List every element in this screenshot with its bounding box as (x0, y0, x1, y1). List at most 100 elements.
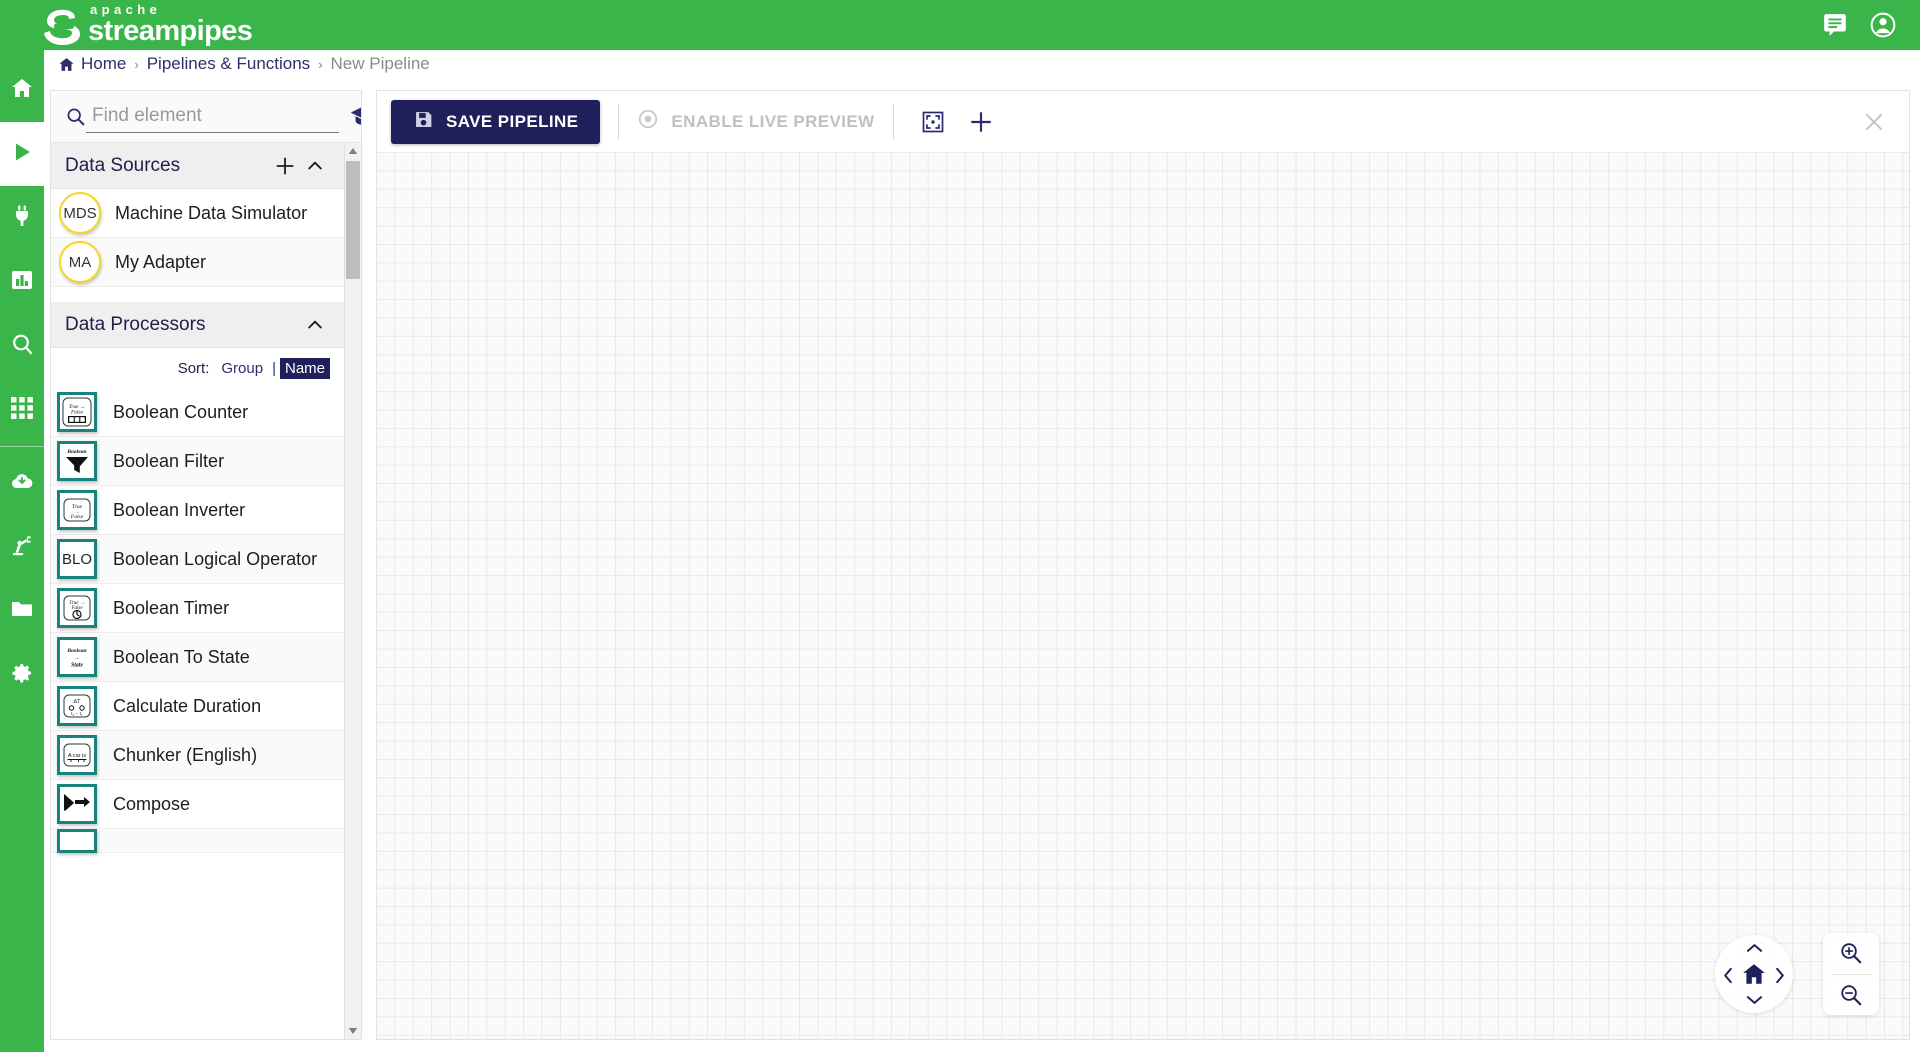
sidebar-item-files[interactable] (0, 579, 44, 643)
svg-text:False: False (70, 410, 84, 416)
close-icon[interactable] (1853, 101, 1895, 143)
data-processors-header[interactable]: Data Processors (51, 302, 344, 348)
zoom-out-icon[interactable] (1823, 975, 1879, 1016)
search-icon (65, 106, 86, 127)
processor-label: Boolean Filter (113, 451, 224, 472)
breadcrumb-item-home[interactable]: Home (81, 54, 126, 74)
breadcrumb-current: New Pipeline (331, 54, 430, 74)
sidebar-item-assets[interactable] (0, 515, 44, 579)
element-picker-panel: Data Sources MDS Machine Data Simulator … (50, 90, 362, 1040)
search-row (51, 91, 361, 143)
list-item[interactable]: Boolean → State Boolean To State (51, 633, 344, 682)
plug-icon (10, 204, 34, 233)
panel-content: Data Sources MDS Machine Data Simulator … (51, 143, 344, 1039)
collapse-data-processors-button[interactable] (300, 310, 330, 340)
sort-option-name[interactable]: Name (280, 358, 330, 379)
collapse-data-sources-button[interactable] (300, 151, 330, 181)
processor-label: Boolean Inverter (113, 500, 245, 521)
sort-option-group[interactable]: Group (216, 358, 268, 379)
enable-live-preview-button[interactable]: ENABLE LIVE PREVIEW (637, 108, 874, 135)
pipeline-toolbar: SAVE PIPELINE ENABLE LIVE PREVIEW (377, 91, 1909, 153)
rail-divider (0, 446, 44, 447)
sidebar-item-home[interactable] (0, 58, 44, 122)
home-icon[interactable] (1740, 960, 1768, 988)
boolean-filter-icon: Boolean (57, 441, 97, 481)
processor-label: Calculate Duration (113, 696, 261, 717)
list-item[interactable]: True → False Boolean Timer (51, 584, 344, 633)
list-item[interactable]: ΔT t₂ − t₁ Calculate Duration (51, 682, 344, 731)
sidebar-item-dashboard[interactable] (0, 250, 44, 314)
sort-divider: | (272, 360, 276, 377)
zoom-control (1823, 933, 1879, 1015)
panel-scrollbar[interactable] (344, 143, 361, 1039)
svg-text:ΔT: ΔT (74, 699, 82, 705)
zoom-in-icon[interactable] (1823, 933, 1879, 974)
fit-to-screen-button[interactable] (912, 101, 954, 143)
add-data-source-button[interactable] (270, 151, 300, 181)
cloud-download-icon (10, 469, 34, 498)
app-header: apache streampipes (0, 0, 1920, 50)
boolean-to-state-icon: Boolean → State (57, 637, 97, 677)
chevron-up-icon[interactable] (1742, 937, 1766, 959)
pipeline-editor: SAVE PIPELINE ENABLE LIVE PREVIEW (376, 90, 1910, 1040)
enable-live-preview-label: ENABLE LIVE PREVIEW (671, 112, 874, 132)
list-item[interactable]: Boolean Boolean Filter (51, 437, 344, 486)
toolbar-divider (893, 104, 894, 140)
chevron-right-icon[interactable] (1769, 963, 1791, 987)
list-item[interactable]: A car is Chunker (English) (51, 731, 344, 780)
compose-icon (57, 784, 97, 824)
data-processors-title: Data Processors (65, 314, 300, 336)
list-item[interactable]: True → False Boolean Inverter (51, 486, 344, 535)
home-icon (58, 56, 75, 73)
graduation-cap-icon[interactable] (349, 103, 362, 131)
chunker-english-icon: A car is (57, 735, 97, 775)
svg-text:Boolean: Boolean (66, 449, 86, 455)
pipeline-canvas[interactable] (377, 153, 1909, 1039)
search-input[interactable] (86, 101, 339, 133)
processor-label: Chunker (English) (113, 745, 257, 766)
svg-text:Boolean: Boolean (66, 648, 86, 654)
data-sources-header[interactable]: Data Sources (51, 143, 344, 189)
list-item[interactable]: Compose (51, 780, 344, 829)
folder-icon (10, 597, 34, 626)
svg-text:False: False (70, 514, 84, 520)
messages-icon[interactable] (1822, 12, 1848, 38)
data-sources-title: Data Sources (65, 155, 270, 177)
breadcrumb-separator: › (318, 57, 322, 72)
sidebar-item-data-explorer[interactable] (0, 314, 44, 378)
breadcrumb-item-pipelines[interactable]: Pipelines & Functions (147, 54, 310, 74)
gear-icon (10, 661, 34, 690)
sort-row: Sort: Group | Name (51, 348, 344, 388)
svg-text:A car is: A car is (68, 753, 87, 759)
processor-label: Boolean Counter (113, 402, 248, 423)
boolean-inverter-icon: True → False (57, 490, 97, 530)
chevron-down-icon[interactable] (1742, 989, 1766, 1011)
data-source-label: Machine Data Simulator (115, 203, 307, 224)
grid-icon (11, 397, 33, 424)
scroll-down-arrow-icon[interactable] (345, 1023, 361, 1039)
list-item[interactable]: True → False Boolean Counter (51, 388, 344, 437)
sidebar-item-settings[interactable] (0, 643, 44, 707)
list-item[interactable]: MDS Machine Data Simulator (51, 189, 344, 238)
robot-arm-icon (10, 533, 34, 562)
sidebar-item-apps[interactable] (0, 378, 44, 442)
sidebar-item-connect[interactable] (0, 186, 44, 250)
sidebar-item-install[interactable] (0, 451, 44, 515)
app-logo[interactable]: apache streampipes (42, 0, 252, 50)
eye-icon (637, 108, 659, 135)
account-icon[interactable] (1870, 12, 1896, 38)
scroll-up-arrow-icon[interactable] (345, 143, 361, 159)
scrollbar-thumb[interactable] (346, 161, 360, 279)
list-item[interactable] (51, 829, 344, 853)
list-item[interactable]: BLO Boolean Logical Operator (51, 535, 344, 584)
chevron-left-icon[interactable] (1717, 963, 1739, 987)
breadcrumb-separator: › (134, 57, 138, 72)
avatar: MA (59, 241, 101, 283)
processor-label: Boolean Timer (113, 598, 229, 619)
list-item[interactable]: MA My Adapter (51, 238, 344, 287)
home-icon (10, 76, 34, 105)
add-element-button[interactable] (960, 101, 1002, 143)
sidebar-item-pipelines[interactable] (0, 122, 44, 186)
save-pipeline-button[interactable]: SAVE PIPELINE (391, 100, 600, 144)
processor-label: Boolean Logical Operator (113, 549, 317, 570)
